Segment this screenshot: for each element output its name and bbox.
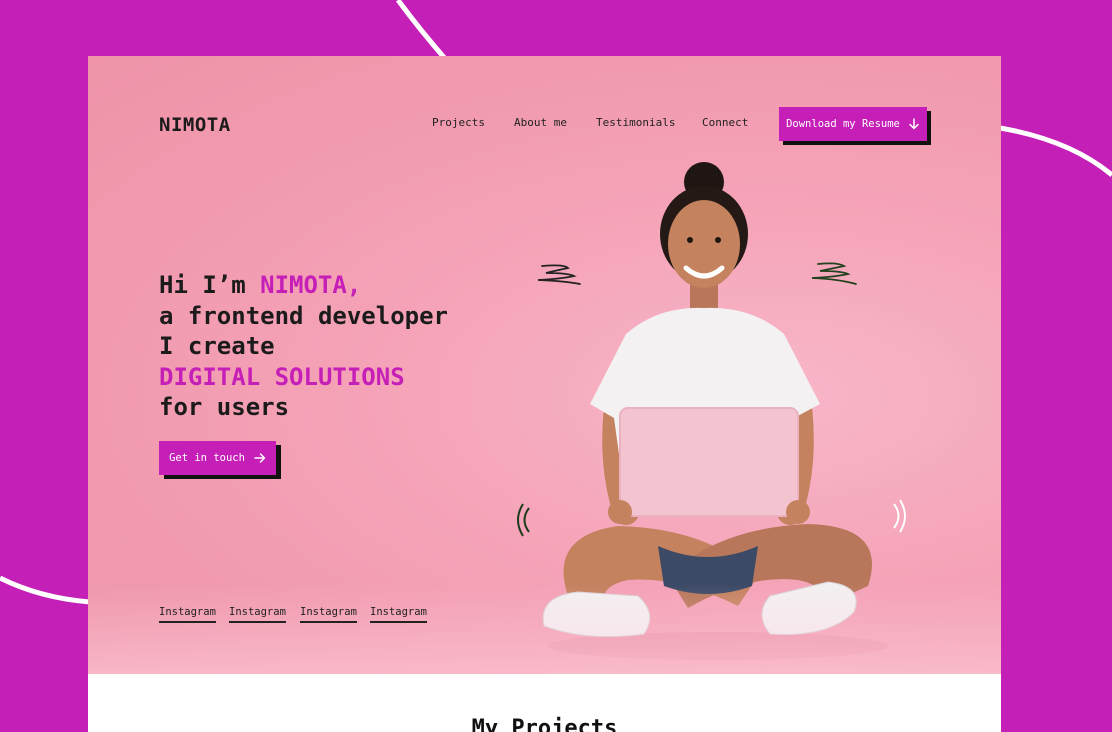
social-link-instagram-3[interactable]: Instagram bbox=[300, 606, 357, 623]
hero-headline: Hi I’m NIMOTA, a frontend developer I cr… bbox=[159, 270, 448, 423]
social-link-instagram-1[interactable]: Instagram bbox=[159, 606, 216, 623]
headline-line-5: for users bbox=[159, 393, 290, 421]
headline-greeting: Hi I’m bbox=[159, 271, 261, 299]
social-link-instagram-2[interactable]: Instagram bbox=[229, 606, 286, 623]
arrow-right-icon bbox=[254, 453, 266, 463]
download-resume-label: Download my Resume bbox=[786, 118, 900, 130]
headline-line-1: Hi I’m NIMOTA, bbox=[159, 270, 448, 301]
portfolio-page: NIMOTA Projects About me Testimonials Co… bbox=[88, 56, 1001, 732]
download-resume-button[interactable]: Download my Resume bbox=[779, 107, 927, 141]
headline-name: NIMOTA, bbox=[260, 271, 362, 299]
nav-link-connect[interactable]: Connect bbox=[702, 116, 748, 129]
headline-line-2: a frontend developer bbox=[159, 301, 448, 330]
site-logo[interactable]: NIMOTA bbox=[159, 114, 231, 136]
headline-line-4: DIGITAL SOLUTIONS bbox=[159, 362, 405, 391]
headline-line-3: I create bbox=[159, 332, 275, 360]
social-link-instagram-4[interactable]: Instagram bbox=[370, 606, 427, 623]
sound-wave-right-doodle bbox=[893, 499, 906, 533]
download-resume-control: Download my Resume bbox=[779, 107, 931, 145]
squiggle-doodle-left bbox=[537, 264, 581, 285]
nav-link-projects[interactable]: Projects bbox=[432, 116, 485, 129]
get-in-touch-control: Get in touch bbox=[159, 441, 281, 479]
nav-link-about-me[interactable]: About me bbox=[514, 116, 567, 129]
get-in-touch-label: Get in touch bbox=[169, 452, 245, 464]
floor-highlight bbox=[88, 584, 1001, 674]
squiggle-doodle-right bbox=[811, 262, 857, 285]
arrow-down-icon bbox=[909, 118, 919, 130]
projects-section-title: My Projects bbox=[471, 716, 618, 732]
sound-wave-left-doodle bbox=[517, 503, 530, 537]
nav-link-testimonials[interactable]: Testimonials bbox=[596, 116, 675, 129]
hero-section: NIMOTA Projects About me Testimonials Co… bbox=[88, 56, 1001, 674]
get-in-touch-button[interactable]: Get in touch bbox=[159, 441, 276, 475]
